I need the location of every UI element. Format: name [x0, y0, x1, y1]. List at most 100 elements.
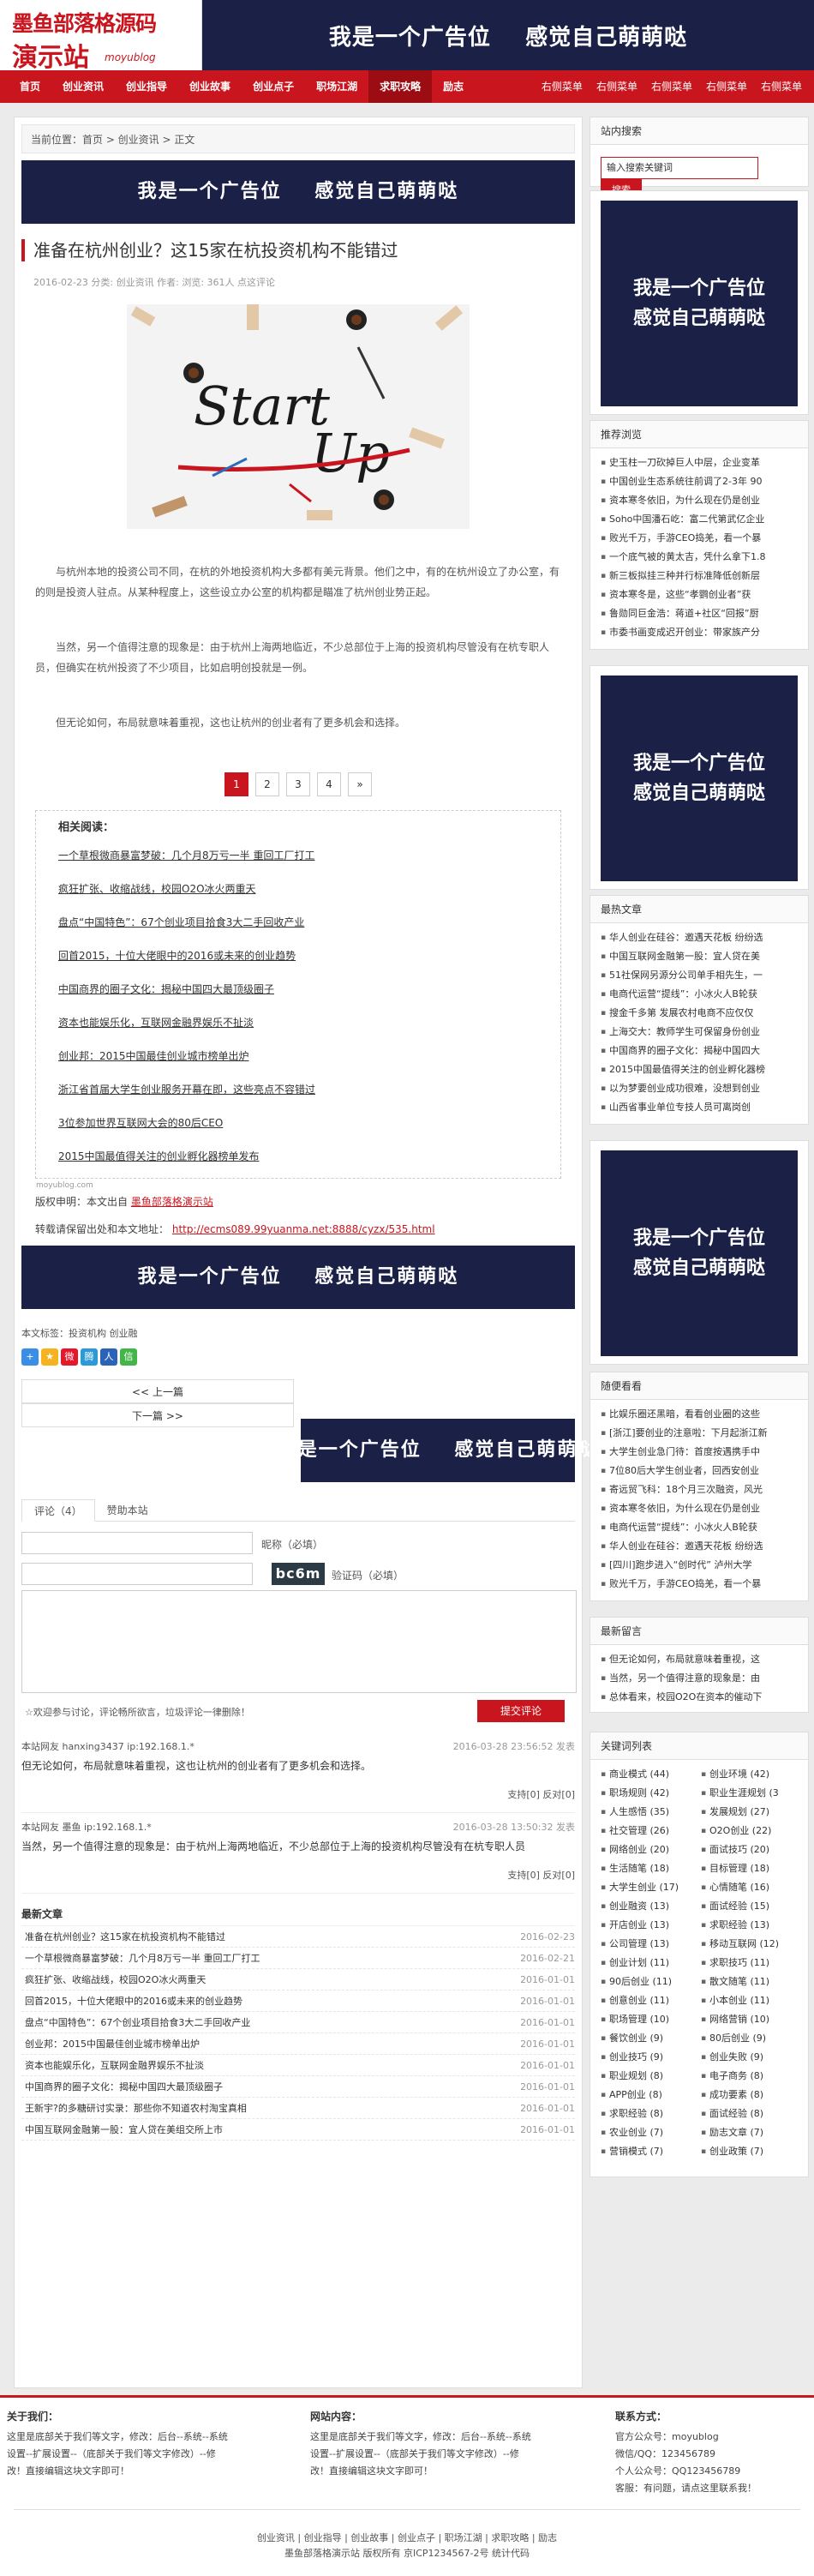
- random-item[interactable]: [四川]跑步进入“创时代” 泸州大学: [601, 1556, 798, 1575]
- related-link[interactable]: 盘点“中国特色”：67个创业项目拾食3大二手回收产业: [48, 906, 548, 940]
- footer-nav-links[interactable]: 创业资讯 | 创业指导 | 创业故事 | 创业点子 | 职场江湖 | 求职攻略 …: [0, 2531, 814, 2546]
- next-article-button[interactable]: 下一篇 >>: [21, 1403, 294, 1427]
- keyword-link[interactable]: 商业模式 (44): [601, 1765, 701, 1784]
- latest-item[interactable]: 51社保网另源分公司单手相先生，一: [601, 966, 798, 985]
- nav-right-item[interactable]: 右侧菜单: [535, 70, 590, 103]
- keyword-link[interactable]: 职业生涯规划 (3: [701, 1784, 801, 1803]
- keyword-link[interactable]: 目标管理 (18): [701, 1859, 801, 1878]
- comment-vote[interactable]: 支持[0] 反对[0]: [507, 1787, 575, 1801]
- keyword-link[interactable]: 网络创业 (20): [601, 1840, 701, 1859]
- keyword-link[interactable]: 农业创业 (7): [601, 2123, 701, 2142]
- keyword-link[interactable]: 开店创业 (13): [601, 1916, 701, 1935]
- share-wechat-icon[interactable]: 信: [120, 1348, 137, 1366]
- related-link[interactable]: 中国商界的圈子文化：揭秘中国四大最顶级圈子: [48, 973, 548, 1006]
- newest-row[interactable]: 资本也能娱乐化，互联网金融界娱乐不扯淡 2016-01-01: [21, 2055, 575, 2076]
- recommend-item[interactable]: 资本寒冬是，这些“孝鹦创业者”获: [601, 585, 798, 604]
- newest-row[interactable]: 一个草根微商暴富梦破：几个月8万亏一半 重回工厂打工 2016-02-21: [21, 1948, 575, 1969]
- tab-comments[interactable]: 评论（4）: [21, 1499, 95, 1522]
- nav-right-item[interactable]: 右侧菜单: [754, 70, 809, 103]
- keyword-link[interactable]: 90后创业 (11): [601, 1973, 701, 1991]
- related-link[interactable]: 一个草根微商暴富梦破：几个月8万亏一半 重回工厂打工: [48, 839, 548, 873]
- keyword-link[interactable]: 面试经验 (15): [701, 1897, 801, 1916]
- tab-sponsor[interactable]: 赞助本站: [95, 1499, 160, 1522]
- keyword-link[interactable]: 80后创业 (9): [701, 2029, 801, 2048]
- related-link[interactable]: 回首2015，十位大佬眼中的2016或未来的创业趋势: [48, 940, 548, 973]
- keyword-link[interactable]: 生活随笔 (18): [601, 1859, 701, 1878]
- latest-item[interactable]: 以为梦要创业成功很难，没想到创业: [601, 1079, 798, 1098]
- keyword-link[interactable]: 成功要素 (8): [701, 2086, 801, 2105]
- header-ad-banner[interactable]: 我是一个广告位 感觉自己萌萌哒: [202, 0, 814, 70]
- newest-row[interactable]: 盘点“中国特色”：67个创业项目拾食3大二手回收产业 2016-01-01: [21, 2012, 575, 2033]
- nav-item[interactable]: 创业指导: [115, 70, 178, 103]
- share-tencent-icon[interactable]: 腾: [81, 1348, 98, 1366]
- nav-item[interactable]: 创业点子: [242, 70, 305, 103]
- nav-right-item[interactable]: 右侧菜单: [644, 70, 699, 103]
- newest-row[interactable]: 准备在杭州创业？这15家在杭投资机构不能错过 2016-02-23: [21, 1926, 575, 1948]
- nickname-input[interactable]: [21, 1532, 253, 1554]
- share-plus-icon[interactable]: +: [21, 1348, 39, 1366]
- comments-item[interactable]: 但无论如何，布局就意味着重视，这: [601, 1650, 798, 1669]
- keyword-link[interactable]: 社交管理 (26): [601, 1822, 701, 1840]
- random-item[interactable]: [浙江]要创业的注意啦：下月起浙江新: [601, 1424, 798, 1443]
- comments-item[interactable]: 总体看来，校园O2O在资本的催动下: [601, 1688, 798, 1707]
- related-link[interactable]: 资本也能娱乐化，互联网金融界娱乐不扯淡: [48, 1006, 548, 1040]
- keyword-link[interactable]: 创业政策 (7): [701, 2142, 801, 2161]
- newest-row[interactable]: 创业邦：2015中国最佳创业城市榜单出炉 2016-01-01: [21, 2033, 575, 2055]
- keyword-link[interactable]: 创意创业 (11): [601, 1991, 701, 2010]
- recommend-item[interactable]: 新三板拟挂三种并行标准降低创新层: [601, 567, 798, 585]
- random-item[interactable]: 资本寒冬依旧，为什么现在仍是创业: [601, 1499, 798, 1518]
- recommend-item[interactable]: 一个底气被的黄太吉，凭什么拿下1.8: [601, 548, 798, 567]
- share-qzone-icon[interactable]: ★: [41, 1348, 58, 1366]
- nav-right-item[interactable]: 右侧菜单: [699, 70, 754, 103]
- recommend-item[interactable]: 资本寒冬依旧，为什么现在仍是创业: [601, 491, 798, 510]
- latest-item[interactable]: 中国互联网金融第一股：宜人贷在美: [601, 947, 798, 966]
- recommend-item[interactable]: 鲁勋同巨金浩：蒋道+社区“回报”厨: [601, 604, 798, 623]
- keyword-link[interactable]: 人生感悟 (35): [601, 1803, 701, 1822]
- prev-article-button[interactable]: << 上一篇: [21, 1379, 294, 1403]
- newest-row[interactable]: 回首2015，十位大佬眼中的2016或未来的创业趋势 2016-01-01: [21, 1991, 575, 2012]
- keyword-link[interactable]: 创业环境 (42): [701, 1765, 801, 1784]
- nav-item[interactable]: 创业资讯: [51, 70, 115, 103]
- keyword-link[interactable]: 面试技巧 (20): [701, 1840, 801, 1859]
- keyword-link[interactable]: 餐饮创业 (9): [601, 2029, 701, 2048]
- random-item[interactable]: 华人创业在硅谷：邀遇天花板 纷纷选: [601, 1537, 798, 1556]
- copyright-site-link[interactable]: 墨鱼部落格演示站: [131, 1196, 213, 1208]
- recommend-item[interactable]: 败光千万，手游CEO捣羌，看一个暴: [601, 529, 798, 548]
- recommend-item[interactable]: 市委书画变成迟开创业：带家族产分: [601, 623, 798, 642]
- related-link[interactable]: 2015中国最值得关注的创业孵化器榜单发布: [48, 1140, 548, 1174]
- keyword-link[interactable]: APP创业 (8): [601, 2086, 701, 2105]
- random-item[interactable]: 败光千万，手游CEO捣羌，看一个暴: [601, 1575, 798, 1594]
- page-2[interactable]: 2: [255, 772, 279, 796]
- comment-textarea[interactable]: [21, 1590, 577, 1693]
- page-4[interactable]: 4: [317, 772, 341, 796]
- keyword-link[interactable]: 创业失败 (9): [701, 2048, 801, 2067]
- keyword-link[interactable]: 心情随笔 (16): [701, 1878, 801, 1897]
- newest-row[interactable]: 疯狂扩张、收缩战线，校园O2O冰火两重天 2016-01-01: [21, 1969, 575, 1991]
- keyword-link[interactable]: 求职技巧 (11): [701, 1954, 801, 1973]
- keyword-link[interactable]: 职场规则 (42): [601, 1784, 701, 1803]
- latest-item[interactable]: 电商代运营“提线”：小冰火人B轮获: [601, 985, 798, 1004]
- captcha-input[interactable]: [21, 1563, 253, 1585]
- side-ad-banner-1[interactable]: 我是一个广告位 感觉自己萌萌哒: [601, 201, 798, 406]
- side-ad-banner-2[interactable]: 我是一个广告位 感觉自己萌萌哒: [601, 676, 798, 881]
- keyword-link[interactable]: 电子商务 (8): [701, 2067, 801, 2086]
- newest-row[interactable]: 中国互联网金融第一股：宜人贷在美组交所上市 2016-01-01: [21, 2119, 575, 2141]
- nav-item[interactable]: 励志: [432, 70, 475, 103]
- random-item[interactable]: 7位80后大学生创业者，回西安创业: [601, 1462, 798, 1480]
- keyword-link[interactable]: 职业规划 (8): [601, 2067, 701, 2086]
- share-renren-icon[interactable]: 人: [100, 1348, 117, 1366]
- nav-right-item[interactable]: 右侧菜单: [590, 70, 644, 103]
- keyword-link[interactable]: 发展规划 (27): [701, 1803, 801, 1822]
- top-ad-banner[interactable]: 我是一个广告位 感觉自己萌萌哒: [21, 160, 575, 224]
- comment-vote[interactable]: 支持[0] 反对[0]: [507, 1868, 575, 1882]
- captcha-image[interactable]: bc6m: [272, 1563, 325, 1585]
- random-item[interactable]: 大学生创业急门待：首度按遇携手中: [601, 1443, 798, 1462]
- related-link[interactable]: 3位参加世界互联网大会的80后CEO: [48, 1107, 548, 1140]
- latest-item[interactable]: 山西省事业单位专技人员可离岗创: [601, 1098, 798, 1117]
- related-link[interactable]: 疯狂扩张、收缩战线，校园O2O冰火两重天: [48, 873, 548, 906]
- page-1[interactable]: 1: [224, 772, 248, 796]
- keyword-link[interactable]: O2O创业 (22): [701, 1822, 801, 1840]
- keyword-link[interactable]: 散文随笔 (11): [701, 1973, 801, 1991]
- keyword-link[interactable]: 大学生创业 (17): [601, 1878, 701, 1897]
- nav-item[interactable]: 职场江湖: [305, 70, 368, 103]
